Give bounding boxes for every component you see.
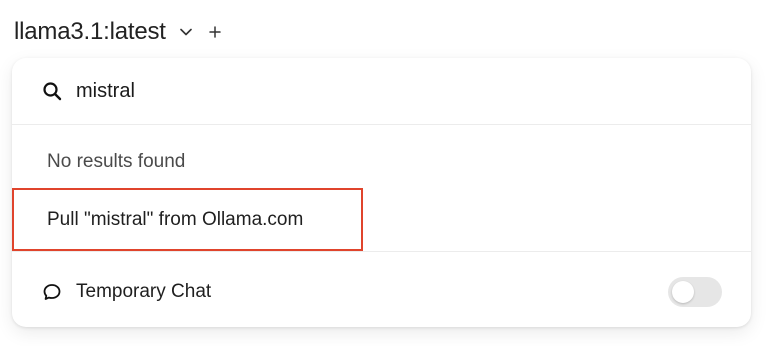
pull-model-button[interactable]: Pull "mistral" from Ollama.com <box>12 188 363 251</box>
chat-bubble-icon <box>42 282 62 302</box>
model-dropdown: No results found Pull "mistral" from Oll… <box>12 58 751 327</box>
dropdown-divider <box>12 251 751 252</box>
model-name-button[interactable]: llama3.1:latest <box>14 18 166 46</box>
no-results-message: No results found <box>47 151 186 172</box>
chevron-down-icon[interactable] <box>179 25 193 39</box>
search-icon <box>42 81 62 101</box>
temporary-chat-row: Temporary Chat <box>12 268 751 316</box>
model-search-input[interactable] <box>76 79 676 103</box>
temporary-chat-label: Temporary Chat <box>76 281 212 302</box>
toggle-knob <box>672 281 694 303</box>
temporary-chat-toggle[interactable] <box>668 277 722 307</box>
model-selector-header: llama3.1:latest <box>14 14 223 50</box>
pull-model-label: Pull "mistral" from Ollama.com <box>47 208 304 230</box>
model-selector-page: llama3.1:latest No results found Pull <box>0 0 768 346</box>
plus-icon[interactable] <box>207 24 223 40</box>
model-search-row <box>12 58 751 125</box>
